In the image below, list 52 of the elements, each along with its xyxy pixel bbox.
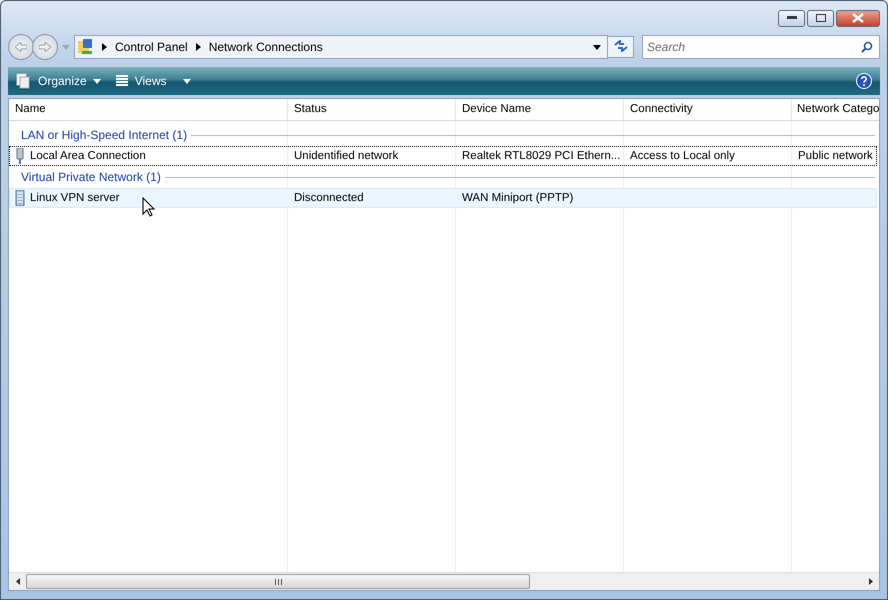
breadcrumb-item[interactable]: Network Connections [208,40,323,54]
connection-row[interactable]: Linux VPN server Disconnected WAN Miniport (PPTP) [9,188,877,208]
help-icon[interactable] [856,73,872,89]
column-header[interactable]: Device Name [456,99,624,120]
chevron-icon[interactable] [196,43,201,51]
table-cell-text: Access to Local only [629,150,735,162]
toolbar-button[interactable]: Organize [16,73,101,89]
column-header[interactable]: Connectivity [624,99,792,120]
scrollbar-thumb[interactable] [26,574,530,589]
column-header[interactable]: Status [288,99,456,120]
breadcrumb-item[interactable]: Control Panel [115,40,188,54]
search-icon[interactable] [861,41,873,53]
maximize-icon [816,14,826,22]
back-arrow-icon [15,42,27,52]
close-icon [852,13,864,23]
table-cell-text: Public network [797,150,873,162]
column-header[interactable]: Name [9,99,288,120]
right-arrow-icon [868,578,872,585]
connection-name: Local Area Connection [30,150,146,162]
list-view-icon [114,74,129,88]
chevron-icon[interactable] [102,43,107,51]
network-plug-icon [15,148,25,164]
mouse-pointer-icon [142,197,155,217]
close-button[interactable] [836,10,880,26]
table-cell-text: WAN Miniport (PPTP) [461,192,574,204]
caret-icon [92,78,101,84]
pages-icon [16,73,32,89]
table-cell-text: Disconnected [293,192,364,204]
refresh-icon [614,40,628,52]
minimize-button[interactable] [778,10,805,26]
refresh-button[interactable] [608,36,634,58]
table-cell-text: Realtek RTL8029 PCI Ethern... [461,150,620,162]
column-header[interactable]: Network Catego [792,99,880,120]
search-field[interactable]: Search [642,35,880,59]
dropdown-caret-icon[interactable] [593,44,601,50]
forward-arrow-icon [39,42,51,52]
server-icon [15,190,25,206]
group-header[interactable]: LAN or High-Speed Internet (1) [21,128,188,142]
caret-icon [182,78,190,84]
address-bar[interactable]: Control Panel Network Connections [74,35,608,59]
grip-icon [274,578,282,584]
group-header[interactable]: Virtual Private Network (1) [21,170,161,184]
toolbar-button[interactable]: Views [114,74,190,88]
minimize-icon [786,16,796,20]
left-arrow-icon [16,578,20,585]
horizontal-scrollbar[interactable] [9,572,879,590]
search-input[interactable]: Search [643,39,861,55]
network-folder-icon [78,39,94,55]
table-cell-text: Unidentified network [293,150,398,162]
connection-name: Linux VPN server [30,192,120,204]
connection-row[interactable]: Local Area Connection Unidentified network Realtek RTL8029 PCI Ethern... Access to Local only Public network [9,146,877,166]
maximize-button[interactable] [807,10,834,26]
